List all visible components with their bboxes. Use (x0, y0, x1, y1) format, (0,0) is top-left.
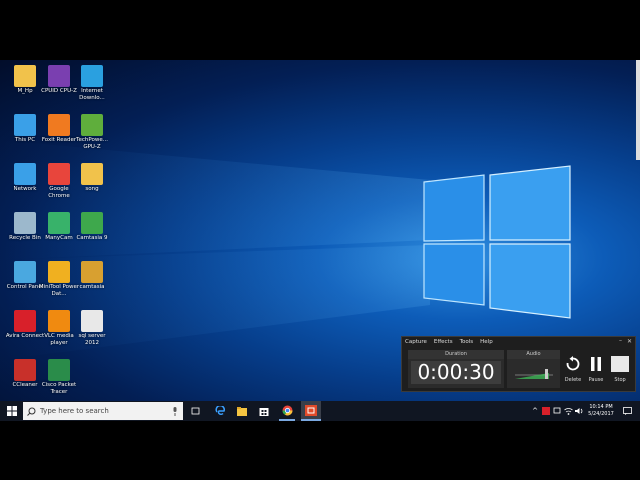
pause-icon (591, 357, 601, 371)
avira-icon (14, 310, 36, 332)
edge-icon (215, 406, 225, 416)
desktop-icon-label: camtasia (79, 284, 105, 290)
camtasia-recorder-icon (305, 404, 317, 416)
document-icon (81, 310, 103, 332)
close-icon[interactable]: ✕ (627, 338, 632, 345)
taskbar-edge[interactable] (212, 401, 228, 421)
audio-panel: Audio (507, 350, 560, 388)
package-icon (81, 261, 103, 283)
recycle-bin-icon (14, 212, 36, 234)
ccleaner-icon (14, 359, 36, 381)
vlc-icon (48, 310, 70, 332)
user-folder-icon (14, 65, 36, 87)
stop-button[interactable]: Stop (609, 356, 631, 383)
audio-level-slider[interactable] (507, 359, 560, 388)
task-view-button[interactable] (188, 401, 202, 421)
restart-icon (566, 356, 580, 371)
notification-icon (622, 407, 632, 415)
desktop-icon-label: TechPowe... GPU-Z (76, 137, 108, 150)
duration-label: Duration (408, 350, 504, 359)
clock-time: 10:14 PM (589, 404, 613, 410)
menu-help[interactable]: Help (480, 339, 493, 345)
desktop-icon-label: song (85, 186, 99, 192)
desktop-icon[interactable]: song (71, 161, 113, 209)
gpuz-icon (81, 114, 103, 136)
taskbar-file-explorer[interactable] (234, 401, 250, 421)
desktop-icon[interactable]: camtasia (71, 259, 113, 307)
delete-button[interactable]: Delete (562, 356, 584, 383)
stop-icon (611, 356, 629, 372)
clock-date: 5/24/2017 (588, 411, 614, 417)
pause-label: Pause (588, 377, 604, 383)
audio-label: Audio (507, 350, 560, 359)
desktop-icon[interactable]: Camtasia 9 (71, 210, 113, 258)
desktop-icon-label: Internet Downlo... (79, 88, 105, 101)
recorder-menu: Capture Effects Tools Help (402, 337, 635, 347)
chrome-icon (48, 163, 70, 185)
desktop-icon-label: Camtasia 9 (76, 235, 108, 241)
network-tray-icon (553, 407, 561, 414)
avira-tray-icon (542, 407, 550, 415)
tray-clock[interactable]: 10:14 PM 5/24/2017 (583, 404, 619, 418)
menu-tools[interactable]: Tools (460, 339, 474, 345)
desktop-icon[interactable]: Cisco Packet Tracer (38, 357, 80, 405)
foxit-icon (48, 114, 70, 136)
taskbar-chrome[interactable] (279, 401, 295, 421)
desktop-icon[interactable]: TechPowe... GPU-Z (71, 112, 113, 160)
desktop-icon-label: Cisco Packet Tracer (41, 382, 77, 395)
menu-effects[interactable]: Effects (434, 339, 453, 345)
store-icon (259, 408, 269, 416)
pause-button[interactable]: Pause (585, 356, 607, 383)
tray-wifi[interactable] (563, 401, 573, 421)
taskbar: Type here to search ^ 10:14 PM 5/24/2017 (0, 401, 640, 421)
desktop-icon[interactable]: sql server 2012 (71, 308, 113, 356)
search-icon (27, 407, 36, 416)
minitool-icon (48, 261, 70, 283)
control-panel-icon (14, 261, 36, 283)
action-center-button[interactable] (620, 401, 634, 421)
idm-icon (81, 65, 103, 87)
folder-icon (81, 163, 103, 185)
chrome-icon (282, 405, 292, 415)
wifi-icon (563, 408, 573, 415)
taskbar-camtasia[interactable] (301, 401, 321, 421)
camtasia-icon (81, 212, 103, 234)
start-button[interactable] (2, 401, 22, 421)
taskbar-store[interactable] (256, 401, 272, 421)
duration-value: 0:00:30 (411, 361, 501, 384)
delete-label: Delete (564, 377, 582, 383)
duration-panel: Duration 0:00:30 (408, 350, 504, 388)
desktop-icon[interactable]: Internet Downlo... (71, 63, 113, 111)
stop-label: Stop (614, 377, 626, 383)
search-placeholder: Type here to search (40, 407, 109, 415)
task-view-icon (191, 407, 199, 414)
desktop-icon-label: sql server 2012 (78, 333, 106, 346)
chevron-up-icon: ^ (532, 407, 538, 415)
camtasia-recorder[interactable]: Capture Effects Tools Help – ✕ Duration … (401, 336, 636, 392)
file-explorer-icon (237, 406, 247, 416)
cisco-icon (48, 359, 70, 381)
cpuz-icon (48, 65, 70, 87)
window-edge (636, 60, 640, 160)
minimize-icon[interactable]: – (619, 337, 622, 344)
search-box[interactable]: Type here to search (23, 402, 183, 420)
network-icon (14, 163, 36, 185)
computer-icon (14, 114, 36, 136)
windows-logo-icon (7, 406, 17, 416)
microphone-icon[interactable] (172, 406, 178, 416)
tray-network[interactable] (552, 401, 562, 421)
menu-capture[interactable]: Capture (405, 339, 427, 345)
show-hidden-icons[interactable]: ^ (531, 401, 539, 421)
tray-avira[interactable] (541, 401, 551, 421)
manycam-icon (48, 212, 70, 234)
